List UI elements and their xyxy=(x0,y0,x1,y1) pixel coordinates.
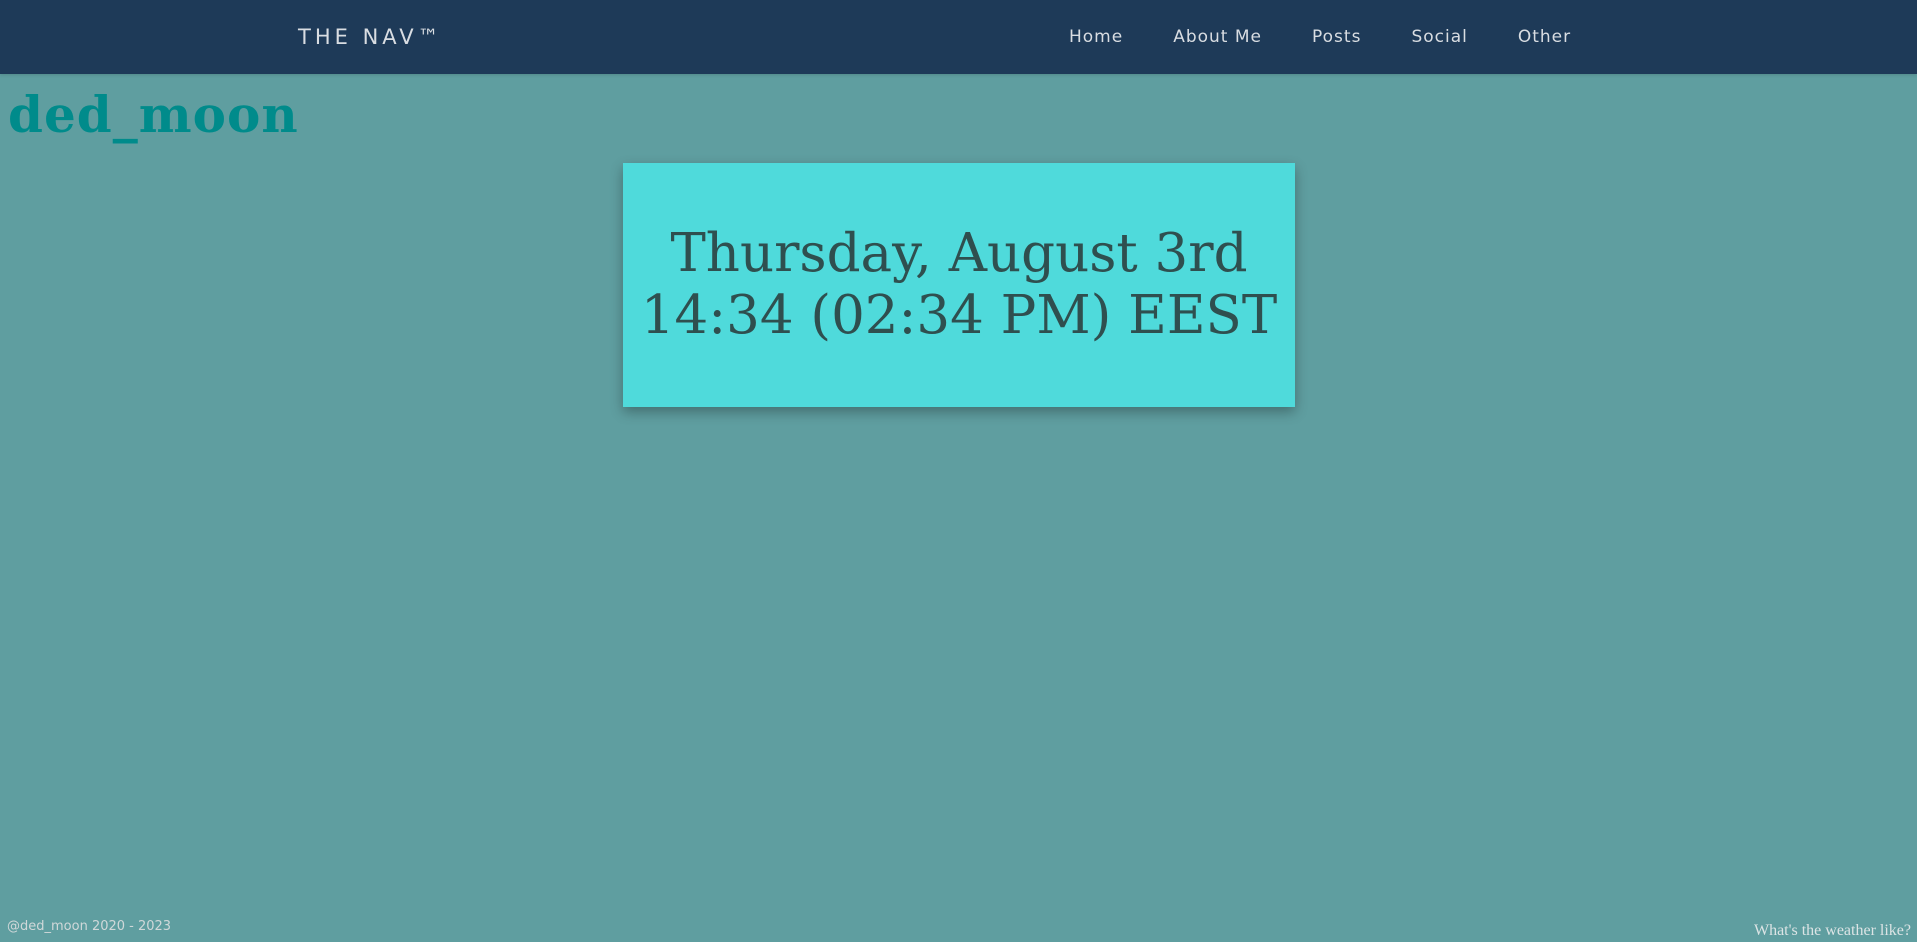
current-date: Thursday, August 3rd xyxy=(670,223,1248,284)
nav-link-about-me[interactable]: About Me xyxy=(1148,0,1287,74)
nav-link-other[interactable]: Other xyxy=(1493,0,1596,74)
nav-link-social[interactable]: Social xyxy=(1386,0,1492,74)
nav-link-posts[interactable]: Posts xyxy=(1287,0,1386,74)
date-time-card: Thursday, August 3rd 14:34 (02:34 PM) EE… xyxy=(623,163,1295,407)
nav-link-home[interactable]: Home xyxy=(1044,0,1148,74)
brand-link[interactable]: THE NAV™ xyxy=(298,0,443,74)
footer-copyright: @ded_moon 2020 - 2023 xyxy=(7,919,172,934)
weather-link[interactable]: What's the weather like? xyxy=(1754,921,1911,941)
top-navbar: THE NAV™ Home About Me Posts Social Othe… xyxy=(0,0,1917,74)
current-time: 14:34 (02:34 PM) EEST xyxy=(640,285,1278,346)
site-title: ded_moon xyxy=(8,85,299,144)
nav-links: Home About Me Posts Social Other xyxy=(1044,0,1596,74)
